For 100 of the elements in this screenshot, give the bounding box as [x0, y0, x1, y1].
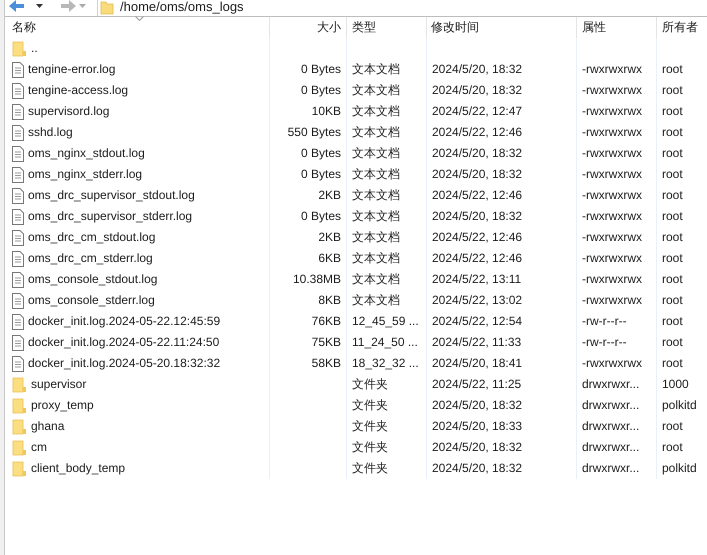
file-type: 文本文档	[352, 271, 400, 288]
file-owner: root	[662, 439, 683, 456]
document-icon	[12, 250, 24, 266]
file-owner: root	[662, 61, 683, 78]
column-header[interactable]: 属性	[577, 17, 657, 38]
file-name[interactable]: tengine-access.log	[28, 80, 128, 101]
file-name[interactable]: oms_nginx_stderr.log	[28, 164, 142, 185]
file-type: 文本文档	[352, 145, 400, 162]
file-size: 6KB	[318, 250, 341, 267]
path-field[interactable]: /home/oms/oms_logs	[97, 0, 707, 16]
folder-icon	[12, 376, 27, 392]
file-size: 10.38MB	[292, 271, 341, 288]
file-type: 文本文档	[352, 208, 400, 225]
file-owner: root	[662, 124, 683, 141]
file-type: 11_24_50 ...	[352, 334, 418, 351]
file-type: 文本文档	[352, 103, 400, 120]
modified-time: 2024/5/20, 18:41	[432, 355, 522, 372]
document-icon	[12, 292, 24, 308]
file-owner: root	[662, 166, 683, 183]
column-header[interactable]: 大小	[270, 17, 347, 38]
file-type: 文本文档	[352, 292, 400, 309]
modified-time: 2024/5/20, 18:32	[432, 397, 522, 414]
modified-time: 2024/5/22, 13:02	[432, 292, 522, 309]
modified-time: 2024/5/22, 12:46	[432, 250, 522, 267]
file-name[interactable]: proxy_temp	[31, 395, 94, 416]
file-owner: root	[662, 271, 683, 288]
file-permissions: -rwxrwxrwx	[582, 355, 642, 372]
document-icon	[12, 62, 24, 78]
dropdown-caret-icon[interactable]	[36, 4, 43, 8]
file-type: 文件夹	[352, 439, 388, 456]
file-permissions: -rwxrwxrwx	[582, 187, 642, 204]
file-type: 文本文档	[352, 166, 400, 183]
document-icon	[12, 188, 24, 204]
file-name[interactable]: oms_drc_cm_stdout.log	[28, 227, 156, 248]
file-name[interactable]: docker_init.log.2024-05-22.12:45:59	[28, 311, 220, 332]
modified-time: 2024/5/20, 18:33	[432, 418, 522, 435]
modified-time: 2024/5/20, 18:32	[432, 460, 522, 477]
file-size: 58KB	[312, 355, 341, 372]
file-owner: 1000	[662, 376, 689, 393]
document-icon	[12, 356, 24, 372]
file-permissions: -rwxrwxrwx	[582, 208, 642, 225]
file-name[interactable]: oms_drc_supervisor_stderr.log	[28, 206, 192, 227]
file-size: 75KB	[312, 334, 341, 351]
file-permissions: drwxrwxr...	[582, 418, 640, 435]
file-owner: root	[662, 292, 683, 309]
modified-time: 2024/5/20, 18:32	[432, 166, 522, 183]
file-name[interactable]: oms_console_stderr.log	[28, 290, 155, 311]
document-icon	[12, 314, 24, 330]
file-name[interactable]: ghana	[31, 416, 64, 437]
file-name[interactable]: ..	[31, 38, 38, 59]
column-header[interactable]: 所有者	[657, 17, 707, 38]
file-type: 文本文档	[352, 61, 400, 78]
column-header[interactable]: 类型	[347, 17, 427, 38]
file-owner: root	[662, 418, 683, 435]
sort-icon	[135, 16, 144, 21]
file-name[interactable]: oms_nginx_stdout.log	[28, 143, 145, 164]
modified-time: 2024/5/22, 12:46	[432, 229, 522, 246]
folder-icon	[12, 440, 27, 456]
file-size: 0 Bytes	[300, 208, 341, 225]
file-name[interactable]: cm	[31, 437, 47, 458]
modified-time: 2024/5/22, 11:25	[432, 376, 522, 393]
file-permissions: -rwxrwxrwx	[582, 250, 642, 267]
document-icon	[12, 166, 24, 182]
file-owner: root	[662, 208, 683, 225]
modified-time: 2024/5/20, 18:32	[432, 439, 522, 456]
document-icon	[12, 104, 24, 120]
file-name[interactable]: docker_init.log.2024-05-20.18:32:32	[28, 353, 220, 374]
column-header[interactable]: 修改时间	[427, 17, 577, 38]
document-icon	[12, 124, 24, 140]
file-name[interactable]: oms_console_stdout.log	[28, 269, 158, 290]
file-size: 8KB	[318, 292, 341, 309]
file-name[interactable]: supervisor	[31, 374, 86, 395]
column-header[interactable]: 名称	[5, 17, 270, 38]
file-owner: root	[662, 334, 683, 351]
file-size: 76KB	[312, 313, 341, 330]
file-permissions: -rwxrwxrwx	[582, 103, 642, 120]
file-owner: root	[662, 250, 683, 267]
file-name[interactable]: docker_init.log.2024-05-22.11:24:50	[28, 332, 220, 353]
file-permissions: -rwxrwxrwx	[582, 271, 642, 288]
file-name[interactable]: sshd.log	[28, 122, 73, 143]
folder-icon	[12, 40, 27, 56]
file-permissions: -rwxrwxrwx	[582, 145, 642, 162]
file-size: 0 Bytes	[300, 82, 341, 99]
file-name[interactable]: tengine-error.log	[28, 59, 116, 80]
folder-icon	[12, 398, 27, 414]
document-icon	[12, 146, 24, 162]
file-size: 0 Bytes	[300, 61, 341, 78]
file-type: 文本文档	[352, 124, 400, 141]
file-name[interactable]: oms_drc_supervisor_stdout.log	[28, 185, 195, 206]
file-type: 文件夹	[352, 376, 388, 393]
file-permissions: -rw-r--r--	[582, 334, 627, 351]
file-permissions: -rwxrwxrwx	[582, 124, 642, 141]
file-owner: root	[662, 187, 683, 204]
file-name[interactable]: client_body_temp	[31, 458, 126, 479]
file-name[interactable]: supervisord.log	[28, 101, 110, 122]
file-permissions: -rw-r--r--	[582, 313, 627, 330]
file-type: 18_32_32 ...	[352, 355, 419, 372]
file-name[interactable]: oms_drc_cm_stderr.log	[28, 248, 153, 269]
file-size: 10KB	[312, 103, 341, 120]
folder-icon	[12, 418, 27, 434]
